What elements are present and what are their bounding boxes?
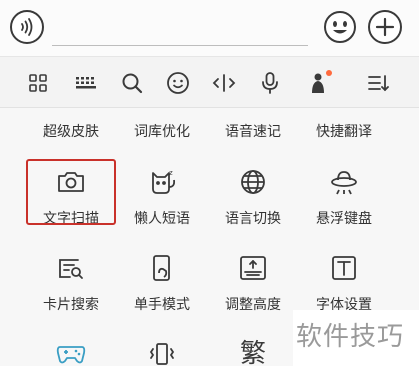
feature-voice-memo[interactable]: 语音速记	[203, 121, 303, 141]
ufo-icon	[326, 164, 362, 200]
voice-input-button[interactable]	[10, 10, 44, 44]
notification-dot	[326, 70, 332, 76]
cursor-move-icon[interactable]	[208, 67, 240, 99]
traditional-char-icon: 繁	[235, 336, 271, 366]
height-adjust-icon	[235, 250, 271, 286]
feature-label: 单手模式	[134, 297, 190, 313]
emoji-icon[interactable]	[162, 67, 194, 99]
highlight-frame	[26, 159, 116, 225]
globe-icon	[235, 164, 271, 200]
feature-lazy-phrases[interactable]: z 懒人短语	[112, 164, 212, 228]
feature-label: 语音速记	[225, 124, 281, 140]
feature-vibration[interactable]	[112, 336, 212, 366]
gamepad-icon	[53, 336, 89, 366]
add-button[interactable]	[368, 10, 402, 44]
smiley-icon	[324, 11, 356, 43]
feature-label: 词库优化	[134, 124, 190, 140]
feature-label: 卡片搜索	[43, 297, 99, 313]
cat-icon: z	[144, 164, 180, 200]
input-bar	[0, 0, 419, 56]
feature-label: 懒人短语	[134, 211, 190, 227]
feature-floating-keyboard[interactable]: 悬浮键盘	[294, 164, 394, 228]
emoji-button[interactable]	[323, 10, 357, 44]
traditional-char: 繁	[239, 339, 266, 366]
voice-wave-icon	[21, 18, 33, 36]
feature-adjust-height[interactable]: 调整高度	[203, 250, 303, 314]
font-icon	[326, 250, 362, 286]
feature-traditional-chinese[interactable]: 繁	[203, 336, 303, 366]
feature-font-settings[interactable]: 字体设置	[294, 250, 394, 314]
watermark: 软件技巧	[296, 322, 405, 352]
grid-menu-icon[interactable]	[22, 67, 54, 99]
avatar-icon[interactable]	[302, 67, 334, 99]
feature-label: 悬浮键盘	[316, 211, 372, 227]
feature-super-skin[interactable]: 超级皮肤	[21, 121, 121, 141]
feature-label: 语言切换	[225, 211, 281, 227]
keyboard-toolbar	[0, 56, 419, 108]
card-search-icon	[53, 250, 89, 286]
plus-icon	[375, 17, 395, 37]
feature-card-search[interactable]: 卡片搜索	[21, 250, 121, 314]
svg-text:z: z	[169, 169, 173, 177]
feature-label: 超级皮肤	[43, 124, 99, 140]
text-input-field[interactable]	[52, 8, 308, 46]
feature-game-mode[interactable]	[21, 336, 121, 366]
feature-lexicon-optimize[interactable]: 词库优化	[112, 121, 212, 141]
phone-hand-icon	[144, 250, 180, 286]
feature-one-hand-mode[interactable]: 单手模式	[112, 250, 212, 314]
microphone-icon[interactable]	[254, 67, 286, 99]
feature-label: 调整高度	[225, 297, 281, 313]
feature-language-switch[interactable]: 语言切换	[203, 164, 303, 228]
keyboard-icon[interactable]	[70, 67, 102, 99]
feature-quick-translate[interactable]: 快捷翻译	[294, 121, 394, 141]
feature-label: 快捷翻译	[316, 124, 372, 140]
collapse-icon[interactable]	[362, 67, 394, 99]
vibration-icon	[144, 336, 180, 366]
search-icon[interactable]	[116, 67, 148, 99]
